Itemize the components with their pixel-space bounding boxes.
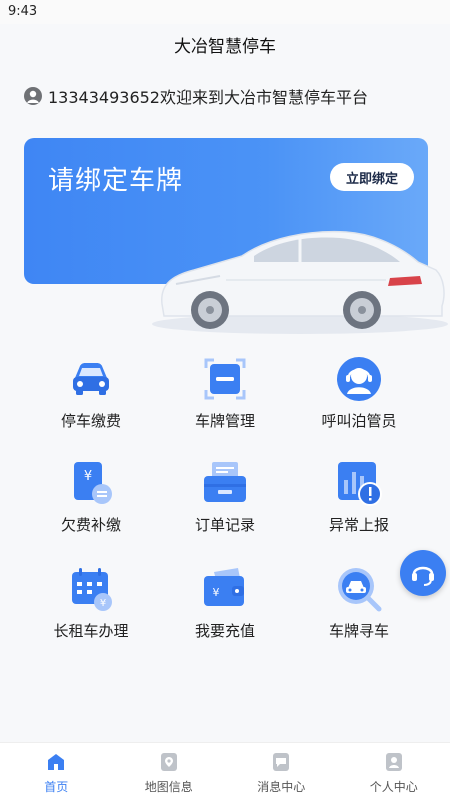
- welcome-text: 13343493652欢迎来到大冶市智慧停车平台: [48, 88, 368, 107]
- bill-yen-icon: ¥: [74, 462, 112, 504]
- car-illustration: [152, 230, 448, 334]
- plate-scan-icon: [204, 358, 246, 400]
- welcome-bar: 13343493652欢迎来到大冶市智慧停车平台: [24, 84, 368, 108]
- message-icon: [273, 753, 290, 771]
- page-title: 大冶智慧停车: [174, 37, 276, 57]
- calendar-yen-icon: ¥: [72, 568, 112, 611]
- grid-item-call-attendant[interactable]: 呼叫泊管员: [294, 354, 424, 444]
- app-header: 大冶智慧停车: [0, 24, 450, 72]
- grid-item-long-term-rental[interactable]: ¥ 长租车办理: [26, 564, 156, 654]
- status-bar: 9:43: [0, 0, 450, 24]
- tab-label: 首页: [44, 780, 69, 794]
- alert-chart-icon: [338, 462, 382, 506]
- headset-icon: [412, 566, 434, 586]
- grid-item-label: 欠费补缴: [60, 516, 121, 534]
- status-time: 9:43: [8, 4, 38, 19]
- tab-profile[interactable]: 个人中心: [338, 743, 450, 800]
- grid-item-label: 我要充值: [194, 622, 255, 640]
- svg-text:¥: ¥: [84, 469, 92, 484]
- grid-item-label: 车牌寻车: [328, 622, 389, 640]
- banner-title: 请绑定车牌: [48, 166, 184, 196]
- grid-item-plate-management[interactable]: 车牌管理: [160, 354, 290, 444]
- tab-messages[interactable]: 消息中心: [225, 743, 338, 800]
- home-icon: [48, 754, 65, 770]
- grid-item-label: 长租车办理: [53, 622, 129, 640]
- svg-text:¥: ¥: [213, 586, 220, 599]
- tab-label: 个人中心: [369, 780, 418, 794]
- grid-item-recharge[interactable]: ¥ 我要充值: [160, 564, 290, 654]
- grid-item-label: 呼叫泊管员: [321, 412, 397, 430]
- grid-item-order-records[interactable]: 订单记录: [160, 458, 290, 548]
- grid-item-label: 车牌管理: [194, 412, 255, 430]
- tab-label: 地图信息: [144, 780, 193, 794]
- map-pin-icon: [160, 753, 177, 771]
- bind-now-button[interactable]: 立即绑定: [330, 163, 414, 191]
- car-front-icon: [73, 363, 109, 395]
- grid-item-label: 异常上报: [328, 516, 389, 534]
- order-printer-icon: [204, 462, 246, 502]
- headset-agent-icon: [337, 357, 381, 401]
- search-car-icon: [338, 568, 382, 612]
- bind-plate-banner[interactable]: 请绑定车牌 立即绑定: [24, 138, 448, 334]
- grid-item-parking-payment[interactable]: 停车缴费: [26, 354, 156, 444]
- grid-item-arrears-payment[interactable]: ¥ 欠费补缴: [26, 458, 156, 548]
- tab-map-info[interactable]: 地图信息: [113, 743, 226, 800]
- grid-item-label: 停车缴费: [60, 412, 121, 430]
- grid-item-label: 订单记录: [194, 516, 255, 534]
- tab-home[interactable]: 首页: [0, 743, 113, 800]
- bottom-tabbar: 首页 地图信息 消息中心 个人中心: [0, 742, 450, 800]
- avatar-icon: [24, 87, 42, 105]
- svg-text:¥: ¥: [100, 598, 106, 609]
- grid-item-report-exception[interactable]: 异常上报: [294, 458, 424, 548]
- person-icon: [385, 753, 402, 771]
- customer-service-button[interactable]: [400, 550, 446, 596]
- tab-label: 消息中心: [257, 780, 306, 794]
- wallet-yen-icon: ¥: [204, 568, 244, 606]
